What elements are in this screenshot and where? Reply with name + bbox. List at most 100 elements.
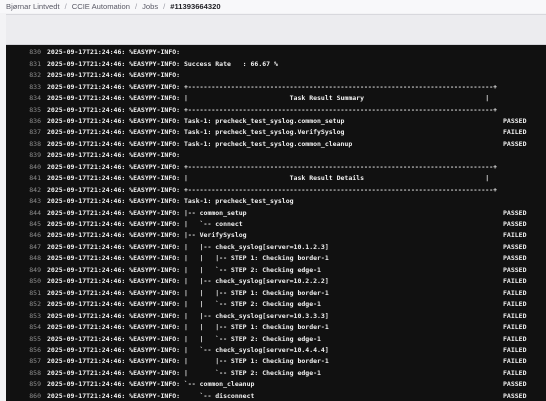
log-line: 839 2025-09-17T21:24:46: %EASYPY-INFO: — [6, 150, 546, 162]
log-line-number[interactable]: 833 — [6, 83, 41, 91]
log-line: 835 2025-09-17T21:24:46: %EASYPY-INFO: +-… — [6, 104, 546, 116]
log-line-number[interactable]: 852 — [6, 300, 41, 308]
log-line: 853 2025-09-17T21:24:46: %EASYPY-INFO: | … — [6, 310, 546, 322]
log-line-number[interactable]: 846 — [6, 231, 41, 239]
log-line-status: FAILED — [503, 368, 527, 377]
breadcrumb-item-project[interactable]: CCIE Automation — [72, 2, 130, 11]
log-line-number[interactable]: 836 — [6, 117, 41, 125]
log-line-number[interactable]: 831 — [6, 60, 41, 68]
log-line: 833 2025-09-17T21:24:46: %EASYPY-INFO: +-… — [6, 81, 546, 93]
log-line-text: 2025-09-17T21:24:46: %EASYPY-INFO: +----… — [47, 82, 498, 91]
log-line-status: PASSED — [503, 139, 527, 148]
log-line-text: 2025-09-17T21:24:46: %EASYPY-INFO: | |--… — [47, 242, 329, 251]
log-line-number[interactable]: 857 — [6, 357, 41, 365]
log-line-number[interactable]: 860 — [6, 392, 41, 400]
log-line-text: 2025-09-17T21:24:46: %EASYPY-INFO: Succe… — [47, 59, 278, 68]
log-line: 850 2025-09-17T21:24:46: %EASYPY-INFO: | … — [6, 276, 546, 288]
log-line-text: 2025-09-17T21:24:46: %EASYPY-INFO: | Tas… — [47, 174, 490, 183]
log-line: 858 2025-09-17T21:24:46: %EASYPY-INFO: | … — [6, 367, 546, 379]
log-line-status: FAILED — [503, 345, 527, 354]
log-line-number[interactable]: 830 — [6, 48, 41, 56]
log-line: 836 2025-09-17T21:24:46: %EASYPY-INFO: Ta… — [6, 115, 546, 127]
log-line-status: PASSED — [503, 265, 527, 274]
log-line-text: 2025-09-17T21:24:46: %EASYPY-INFO: | |--… — [47, 311, 329, 320]
log-line-number[interactable]: 835 — [6, 106, 41, 114]
log-line-status: FAILED — [503, 231, 527, 240]
log-line-number[interactable]: 845 — [6, 220, 41, 228]
log-line-number[interactable]: 858 — [6, 369, 41, 377]
log-line-text: 2025-09-17T21:24:46: %EASYPY-INFO: — [47, 151, 181, 160]
log-line-number[interactable]: 850 — [6, 277, 41, 285]
log-line: 842 2025-09-17T21:24:46: %EASYPY-INFO: +-… — [6, 184, 546, 196]
log-line: 856 2025-09-17T21:24:46: %EASYPY-INFO: | … — [6, 344, 546, 356]
log-line-status: FAILED — [503, 300, 527, 309]
log-line: 854 2025-09-17T21:24:46: %EASYPY-INFO: | … — [6, 321, 546, 333]
log-line-number[interactable]: 848 — [6, 254, 41, 262]
log-line-number[interactable]: 832 — [6, 71, 41, 79]
log-line-status: FAILED — [503, 277, 527, 286]
log-line-number[interactable]: 837 — [6, 128, 41, 136]
log-line: 831 2025-09-17T21:24:46: %EASYPY-INFO: Su… — [6, 58, 546, 70]
breadcrumb-item-user[interactable]: Bjørnar Lintvedt — [6, 2, 60, 11]
log-line: 841 2025-09-17T21:24:46: %EASYPY-INFO: | … — [6, 172, 546, 184]
log-line-number[interactable]: 834 — [6, 94, 41, 102]
log-line: 834 2025-09-17T21:24:46: %EASYPY-INFO: | … — [6, 92, 546, 104]
log-line-text: 2025-09-17T21:24:46: %EASYPY-INFO: `-- c… — [47, 380, 255, 389]
log-line-number[interactable]: 842 — [6, 186, 41, 194]
log-line-number[interactable]: 849 — [6, 266, 41, 274]
log-line: 843 2025-09-17T21:24:46: %EASYPY-INFO: Ta… — [6, 195, 546, 207]
log-line-text: 2025-09-17T21:24:46: %EASYPY-INFO: Task-… — [47, 128, 345, 137]
log-line: 849 2025-09-17T21:24:46: %EASYPY-INFO: | … — [6, 264, 546, 276]
log-line-status: FAILED — [503, 357, 527, 366]
log-line-text: 2025-09-17T21:24:46: %EASYPY-INFO: | `--… — [47, 368, 321, 377]
breadcrumb: Bjørnar Lintvedt / CCIE Automation / Job… — [0, 0, 546, 13]
log-line-number[interactable]: 844 — [6, 209, 41, 217]
log-line-text: 2025-09-17T21:24:46: %EASYPY-INFO: Task-… — [47, 139, 353, 148]
log-line-number[interactable]: 854 — [6, 323, 41, 331]
log-line-number[interactable]: 838 — [6, 140, 41, 148]
log-line: 851 2025-09-17T21:24:46: %EASYPY-INFO: | … — [6, 287, 546, 299]
log-line-text: 2025-09-17T21:24:46: %EASYPY-INFO: `-- d… — [47, 391, 255, 400]
log-line-number[interactable]: 839 — [6, 151, 41, 159]
log-line: 859 2025-09-17T21:24:46: %EASYPY-INFO: `-… — [6, 379, 546, 391]
log-line-text: 2025-09-17T21:24:46: %EASYPY-INFO: — [47, 48, 181, 57]
log-line-number[interactable]: 853 — [6, 312, 41, 320]
log-line-number[interactable]: 859 — [6, 380, 41, 388]
log-line-status: PASSED — [503, 208, 527, 217]
breadcrumb-separator: / — [134, 2, 138, 11]
log-line-status: PASSED — [503, 116, 527, 125]
job-log-output[interactable]: 830 2025-09-17T21:24:46: %EASYPY-INFO: 831… — [6, 45, 546, 401]
breadcrumb-separator: / — [64, 2, 67, 11]
log-line: 844 2025-09-17T21:24:46: %EASYPY-INFO: |-… — [6, 207, 546, 219]
log-line-status: FAILED — [503, 128, 527, 137]
log-line-number[interactable]: 840 — [6, 163, 41, 171]
log-line: 845 2025-09-17T21:24:46: %EASYPY-INFO: | … — [6, 218, 546, 230]
log-line: 830 2025-09-17T21:24:46: %EASYPY-INFO: — [6, 47, 546, 59]
log-line-number[interactable]: 843 — [6, 197, 41, 205]
log-line-text: 2025-09-17T21:24:46: %EASYPY-INFO: | |--… — [47, 357, 329, 366]
log-line-status: FAILED — [503, 323, 527, 332]
log-line-number[interactable]: 841 — [6, 174, 41, 182]
breadcrumb-item-jobs[interactable]: Jobs — [142, 2, 158, 11]
log-line-text: 2025-09-17T21:24:46: %EASYPY-INFO: | | `… — [47, 265, 321, 274]
log-line-text: 2025-09-17T21:24:46: %EASYPY-INFO: | `--… — [47, 345, 329, 354]
log-line-text: 2025-09-17T21:24:46: %EASYPY-INFO: — [47, 71, 181, 80]
log-line: 838 2025-09-17T21:24:46: %EASYPY-INFO: Ta… — [6, 138, 546, 150]
log-line-text: 2025-09-17T21:24:46: %EASYPY-INFO: +----… — [47, 185, 498, 194]
log-line-text: 2025-09-17T21:24:46: %EASYPY-INFO: | | |… — [47, 288, 329, 297]
log-line-status: PASSED — [503, 220, 527, 228]
log-line-number[interactable]: 851 — [6, 289, 41, 297]
log-line-status: FAILED — [503, 288, 527, 297]
log-line: 832 2025-09-17T21:24:46: %EASYPY-INFO: — [6, 69, 546, 81]
log-line-text: 2025-09-17T21:24:46: %EASYPY-INFO: |-- c… — [47, 208, 247, 217]
log-line-number[interactable]: 847 — [6, 243, 41, 251]
log-line-text: 2025-09-17T21:24:46: %EASYPY-INFO: | | `… — [47, 300, 321, 309]
log-line: 837 2025-09-17T21:24:46: %EASYPY-INFO: Ta… — [6, 127, 546, 139]
log-line-number[interactable]: 856 — [6, 346, 41, 354]
log-line-text: 2025-09-17T21:24:46: %EASYPY-INFO: +----… — [47, 105, 498, 114]
log-line-status: PASSED — [503, 380, 527, 389]
log-line-status: FAILED — [503, 311, 527, 320]
log-line-text: 2025-09-17T21:24:46: %EASYPY-INFO: | Tas… — [47, 94, 490, 103]
log-line-number[interactable]: 855 — [6, 335, 41, 343]
log-line: 852 2025-09-17T21:24:46: %EASYPY-INFO: | … — [6, 298, 546, 310]
